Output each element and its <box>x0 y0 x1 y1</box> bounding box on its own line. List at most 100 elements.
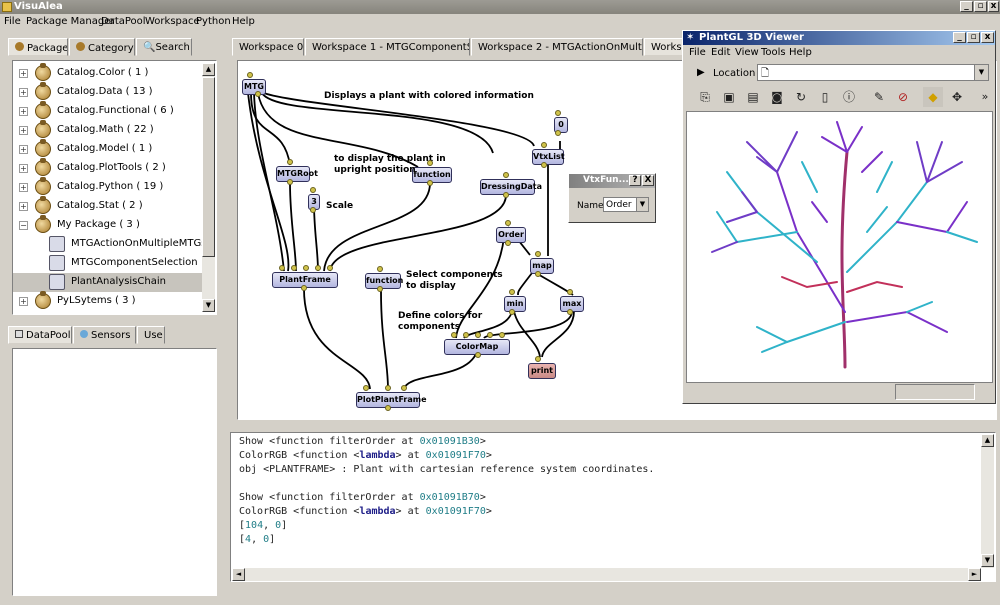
menu-help[interactable]: Help <box>232 16 255 27</box>
tab-use[interactable]: Use <box>137 326 165 344</box>
tree-item[interactable]: + PyLSytems ( 3 ) <box>13 291 213 311</box>
tab-search[interactable]: 🔍Search <box>136 38 192 56</box>
menu-python[interactable]: Python <box>196 16 231 27</box>
node-port[interactable] <box>303 265 309 271</box>
viewer-menu-help[interactable]: Help <box>789 47 812 58</box>
node-min[interactable]: min <box>504 296 526 312</box>
menu-workspace[interactable]: Workspace <box>145 16 200 27</box>
tree-item[interactable]: + Catalog.Model ( 1 ) <box>13 139 213 159</box>
magic-wand-icon[interactable]: ✎ <box>869 87 889 107</box>
expand-icon[interactable]: + <box>19 88 28 97</box>
save-as-icon[interactable]: ▤ <box>743 87 763 107</box>
tree-item[interactable]: − My Package ( 3 ) <box>13 215 213 235</box>
refresh-icon[interactable]: ↻ <box>791 87 811 107</box>
viewer-menu-edit[interactable]: Edit <box>711 47 730 58</box>
node-map[interactable]: map <box>530 258 554 274</box>
node-port[interactable] <box>310 187 316 193</box>
toolbar-more-icon[interactable]: » <box>975 87 995 107</box>
node-port[interactable] <box>505 240 511 246</box>
node-port[interactable] <box>463 332 469 338</box>
tree-item[interactable]: + Catalog.Math ( 22 ) <box>13 120 213 140</box>
node-order[interactable]: Order <box>496 227 526 243</box>
console-scrollbar[interactable]: ▲ ▼ <box>981 434 994 568</box>
open-icon[interactable]: ⎘ <box>695 87 715 107</box>
tab-sensors[interactable]: Sensors <box>73 326 136 344</box>
location-dropdown-icon[interactable]: ▼ <box>974 65 988 80</box>
node-port[interactable] <box>377 286 383 292</box>
tree-item[interactable]: + Catalog.Color ( 1 ) <box>13 63 213 83</box>
node-function-2[interactable]: function <box>365 273 403 289</box>
tree-item[interactable]: + Catalog.PlotTools ( 2 ) <box>13 158 213 178</box>
name-select[interactable]: Order ▼ <box>603 197 649 212</box>
help-icon[interactable]: ? <box>629 175 641 186</box>
node-port[interactable] <box>555 110 561 116</box>
node-port[interactable] <box>315 265 321 271</box>
tab-category[interactable]: Category <box>69 38 135 56</box>
tree-scrollbar[interactable]: ▲ ▼ <box>202 63 215 312</box>
expand-icon[interactable]: + <box>19 145 28 154</box>
node-port[interactable] <box>535 271 541 277</box>
dropdown-arrow-icon[interactable]: ▼ <box>636 198 648 211</box>
node-port[interactable] <box>535 356 541 362</box>
console-hscrollbar[interactable]: ◄ ► <box>232 568 981 581</box>
node-port[interactable] <box>279 265 285 271</box>
info-icon[interactable]: ⓘ <box>839 87 859 107</box>
scroll-thumb[interactable] <box>202 77 215 257</box>
expand-icon[interactable]: + <box>19 297 28 306</box>
restore-icon[interactable]: ▫ <box>974 1 987 12</box>
node-port[interactable] <box>509 289 515 295</box>
node-port[interactable] <box>247 72 253 78</box>
tree-item[interactable]: MTGActionOnMultipleMTGs <box>13 235 213 254</box>
node-port[interactable] <box>567 309 573 315</box>
expand-icon[interactable]: + <box>19 107 28 116</box>
minimize-icon[interactable]: _ <box>960 1 973 12</box>
node-mtg[interactable]: MTG <box>242 79 266 95</box>
node-port[interactable] <box>541 142 547 148</box>
viewer-menu-view[interactable]: View <box>735 47 759 58</box>
console-scroll-left-icon[interactable]: ◄ <box>232 568 245 581</box>
node-port[interactable] <box>310 207 316 213</box>
node-port[interactable] <box>287 179 293 185</box>
document-icon[interactable]: ▯ <box>815 87 835 107</box>
node-vtxlist[interactable]: VtxList <box>532 149 565 165</box>
tree-item[interactable]: PlantAnalysisChain <box>13 273 213 292</box>
tab-datapool[interactable]: DataPool <box>8 326 72 344</box>
collapse-icon[interactable]: − <box>19 221 28 230</box>
tab-workspace-2[interactable]: Workspace 2 - MTGActionOnMultipleMTGs <box>471 38 643 56</box>
node-port[interactable] <box>287 159 293 165</box>
node-port[interactable] <box>385 405 391 411</box>
node-port[interactable] <box>427 180 433 186</box>
node-port[interactable] <box>385 385 391 391</box>
viewer-menu-tools[interactable]: Tools <box>761 47 786 58</box>
viewer-minimize-icon[interactable]: _ <box>953 32 966 43</box>
node-port[interactable] <box>505 220 511 226</box>
menu-file[interactable]: File <box>4 16 21 27</box>
expand-icon[interactable]: + <box>19 202 28 211</box>
node-port[interactable] <box>499 332 505 338</box>
node-port[interactable] <box>363 385 369 391</box>
node-print[interactable]: print <box>528 363 556 379</box>
node-port[interactable] <box>427 160 433 166</box>
expand-icon[interactable]: + <box>19 183 28 192</box>
node-port[interactable] <box>509 309 515 315</box>
node-port[interactable] <box>401 385 407 391</box>
pan-mode-icon[interactable]: ✥ <box>947 87 967 107</box>
tree-item[interactable]: + Catalog.Functional ( 6 ) <box>13 101 213 121</box>
vtxfun-dialog[interactable]: VtxFun... ? X Name Order ▼ <box>568 173 656 223</box>
menu-datapool[interactable]: DataPool <box>101 16 146 27</box>
tree-item[interactable]: + Catalog.Python ( 19 ) <box>13 177 213 197</box>
plantgl-viewer-window[interactable]: PlantGL 3D Viewer ✶ _ ▫ x File Edit View… <box>682 30 996 404</box>
viewer-restore-icon[interactable]: ▫ <box>967 32 980 43</box>
tab-workspace-0[interactable]: Workspace 0 - <box>232 38 304 56</box>
viewer-menu-file[interactable]: File <box>689 47 706 58</box>
rotate-mode-icon[interactable]: ◆ <box>923 87 943 107</box>
expand-icon[interactable]: + <box>19 69 28 78</box>
node-port[interactable] <box>567 289 573 295</box>
console-scroll-down-icon[interactable]: ▼ <box>981 554 994 567</box>
node-port[interactable] <box>475 332 481 338</box>
viewer-close-icon[interactable]: x <box>981 32 994 43</box>
node-port[interactable] <box>541 162 547 168</box>
tab-workspace-1[interactable]: Workspace 1 - MTGComponentSelection <box>305 38 470 56</box>
expand-icon[interactable]: + <box>19 126 28 135</box>
expand-icon[interactable]: + <box>19 164 28 173</box>
